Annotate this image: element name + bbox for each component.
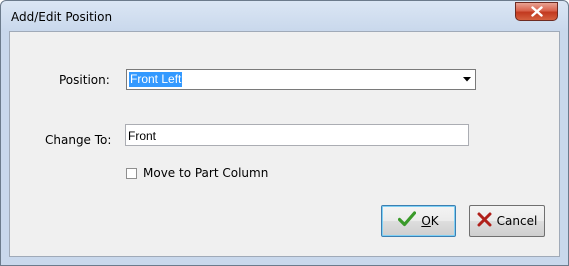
close-button[interactable]: [515, 2, 558, 21]
cancel-button-label: Cancel: [496, 214, 538, 228]
close-icon: [530, 6, 543, 17]
ok-button-label: OK: [421, 214, 439, 228]
chevron-down-icon[interactable]: [459, 71, 474, 88]
title-bar[interactable]: Add/Edit Position: [1, 1, 568, 31]
position-label: Position:: [59, 73, 110, 87]
red-x-icon: [477, 212, 492, 231]
position-dropdown[interactable]: Front Left: [126, 69, 476, 90]
dialog-body: Position: Front Left Change To: Move to …: [9, 31, 560, 257]
move-to-part-column-label[interactable]: Move to Part Column: [143, 166, 268, 180]
move-to-part-column-checkbox[interactable]: [126, 168, 137, 179]
ok-button[interactable]: OK: [381, 205, 456, 237]
dialog-window: Add/Edit Position Position: Front Left C…: [0, 0, 569, 266]
checkmark-icon: [398, 211, 417, 231]
change-to-label: Change To:: [45, 133, 112, 147]
change-to-field[interactable]: [125, 124, 469, 146]
position-selected-value: Front Left: [129, 72, 183, 87]
change-to-input[interactable]: [126, 127, 458, 145]
cancel-button[interactable]: Cancel: [469, 205, 545, 237]
window-title: Add/Edit Position: [11, 10, 113, 24]
